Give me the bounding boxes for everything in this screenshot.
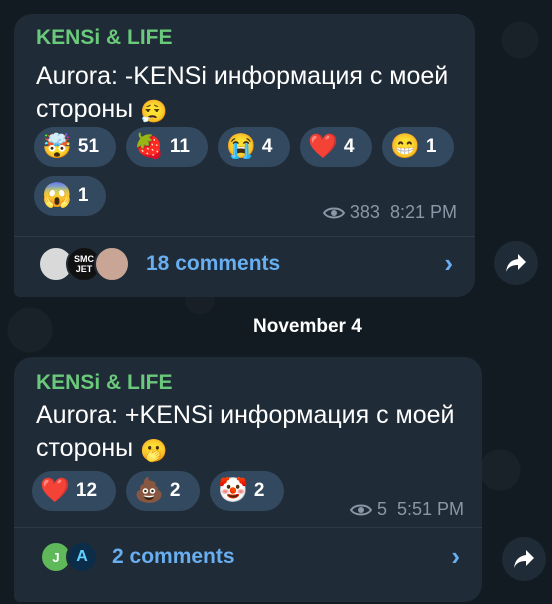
message-text: Aurora: -KENSi информация с моей стороны… [36,60,466,128]
reaction-count: 4 [261,136,273,157]
divider [14,236,475,237]
share-button[interactable] [494,241,538,285]
red-heart-icon: ❤️ [308,133,338,160]
channel-name[interactable]: KENSi & LIFE [36,26,173,50]
channel-post-2[interactable]: KENSi & LIFE Aurora: +KENSi информация с… [14,357,482,602]
divider [14,527,482,528]
reaction-scream[interactable]: 😱 1 [34,176,106,216]
message-meta: 383 8:21 PM [322,202,457,223]
comments-count: 2 comments [112,545,235,568]
crying-face-icon: 😭 [226,133,256,160]
reaction-count: 2 [169,480,181,501]
reaction-grin[interactable]: 😁 1 [382,127,454,167]
view-count: 383 [349,202,380,222]
reaction-heart[interactable]: ❤️ 4 [300,127,372,167]
reaction-count: 12 [75,480,98,501]
comments-count: 18 comments [146,252,281,275]
share-button[interactable] [502,537,546,581]
red-heart-icon: ❤️ [40,477,70,504]
strawberry-icon: 🍓 [134,133,164,160]
comments-link[interactable]: SMC JET 18 comments [38,246,280,282]
reaction-count: 1 [77,185,89,206]
chevron-right-icon[interactable]: › [444,248,453,279]
clown-face-icon: 🤡 [218,477,248,504]
reaction-count: 11 [169,136,190,157]
reaction-heart[interactable]: ❤️ 12 [32,471,116,511]
peeking-face-icon: 🫢 [140,438,168,463]
reaction-exploding-head[interactable]: 🤯 51 [34,127,116,167]
channel-name[interactable]: KENSi & LIFE [36,371,173,395]
reaction-poop[interactable]: 💩 2 [126,471,200,511]
screaming-face-icon: 😱 [42,182,72,209]
reaction-count: 4 [343,136,355,157]
reaction-crying[interactable]: 😭 4 [218,127,290,167]
reaction-count: 1 [425,136,437,157]
date-separator: November 4 [253,316,362,337]
reaction-count: 2 [253,480,265,501]
exploding-head-icon: 🤯 [42,133,72,160]
reaction-clown[interactable]: 🤡 2 [210,471,284,511]
grinning-face-icon: 😁 [390,133,420,160]
poop-icon: 💩 [134,477,164,504]
reaction-strawberry[interactable]: 🍓 11 [126,127,208,167]
commenter-avatars: SMC JET [38,246,130,282]
eye-icon [349,504,372,515]
reaction-count: 51 [77,136,100,157]
avatar [94,246,130,282]
chevron-right-icon[interactable]: › [451,541,460,572]
share-arrow-icon [514,550,534,568]
share-arrow-icon [506,254,526,272]
message-text: Aurora: +KENSi информация с моей стороны… [36,399,466,467]
message-time: 5:51 PM [396,499,464,519]
message-line-1: Aurora: -KENSi информация с моей [36,62,449,90]
message-line-2: стороны [36,434,134,462]
message-meta: 5 5:51 PM [349,499,464,520]
exhale-emoji-icon: 😮‍💨 [140,99,168,124]
message-time: 8:21 PM [389,202,457,222]
commenter-avatars: J A [40,541,98,573]
message-line-1: Aurora: +KENSi информация с моей [36,401,455,429]
channel-post-1[interactable]: KENSi & LIFE Aurora: -KENSi информация с… [14,14,475,297]
message-line-2: стороны [36,95,134,123]
comments-link[interactable]: J A 2 comments [40,541,235,573]
eye-icon [322,207,345,218]
avatar: A [66,541,98,573]
view-count: 5 [376,499,387,519]
